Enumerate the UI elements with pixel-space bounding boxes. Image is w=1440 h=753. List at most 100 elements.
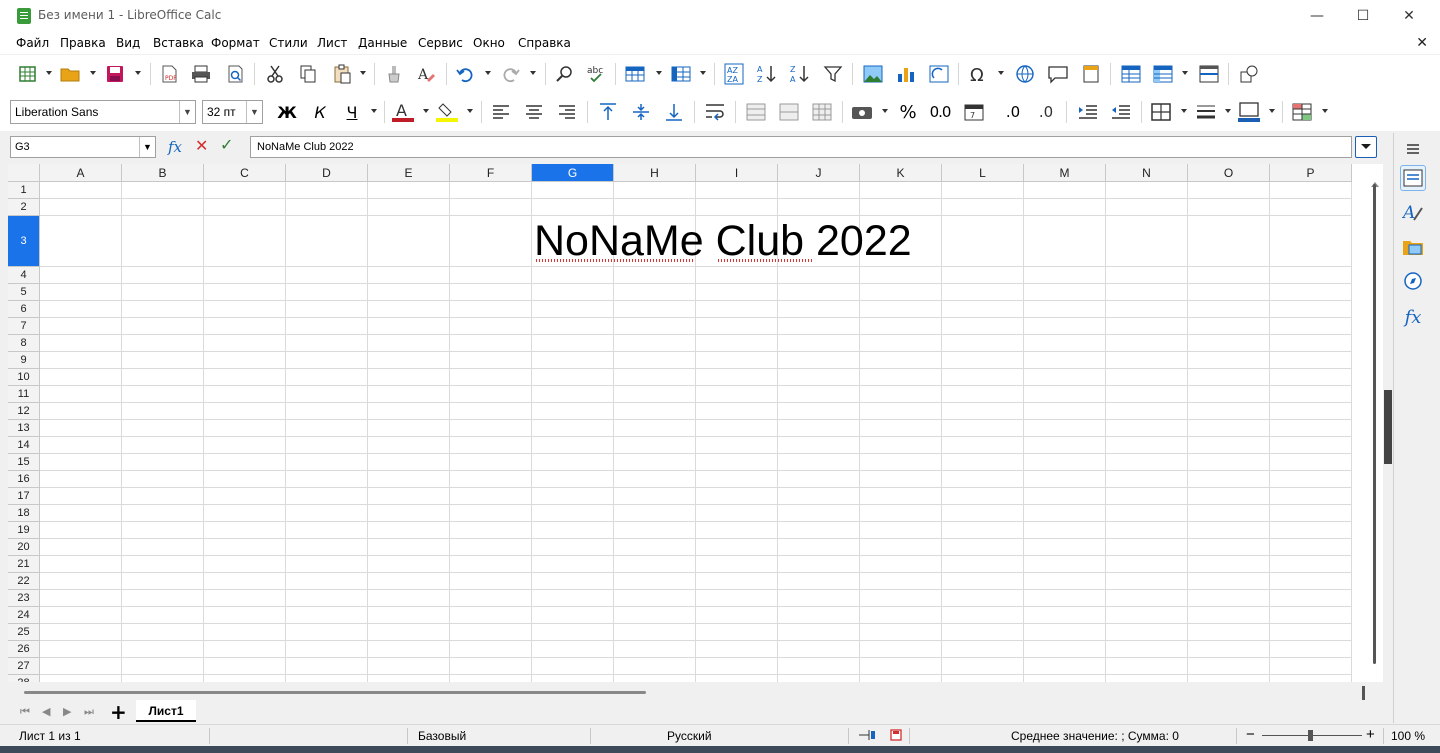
menu-edit[interactable]: Правка	[60, 36, 106, 50]
save-dropdown-icon[interactable]	[135, 71, 141, 75]
menu-tools[interactable]: Сервис	[418, 36, 463, 50]
delete-decimal-button[interactable]: .0	[1034, 101, 1058, 123]
add-decimal-button[interactable]: .0	[1001, 101, 1025, 123]
save-icon[interactable]	[103, 63, 127, 85]
border-style-dropdown-icon[interactable]	[1225, 109, 1231, 113]
formula-input[interactable]: NoNaMe Club 2022	[250, 136, 1352, 158]
sort-icon[interactable]: AZ ZA	[722, 63, 746, 85]
menu-data[interactable]: Данные	[358, 36, 407, 50]
navigator-icon[interactable]	[1400, 268, 1426, 294]
column-header-i[interactable]: I	[696, 164, 778, 182]
menu-styles[interactable]: Стили	[269, 36, 308, 50]
row-header-18[interactable]: 18	[8, 505, 40, 522]
menu-help[interactable]: Справка	[518, 36, 571, 50]
column-header-d[interactable]: D	[286, 164, 368, 182]
column-header-h[interactable]: H	[614, 164, 696, 182]
row-icon[interactable]	[623, 63, 647, 85]
column-header-g[interactable]: G	[532, 164, 614, 182]
highlight-dropdown-icon[interactable]	[467, 109, 473, 113]
gallery-icon[interactable]	[1400, 234, 1426, 260]
column-header-a[interactable]: A	[40, 164, 122, 182]
row-header-26[interactable]: 26	[8, 641, 40, 658]
freeze-dropdown-icon[interactable]	[1182, 71, 1188, 75]
wrap-text-icon[interactable]	[703, 101, 727, 123]
headers-footers-icon[interactable]	[1079, 63, 1103, 85]
row-header-16[interactable]: 16	[8, 471, 40, 488]
page-style[interactable]: Базовый	[418, 729, 466, 743]
last-sheet-icon[interactable]: ⏭	[84, 705, 94, 719]
column-header-p[interactable]: P	[1270, 164, 1352, 182]
find-replace-icon[interactable]	[553, 63, 577, 85]
new-dropdown-icon[interactable]	[46, 71, 52, 75]
pivot-table-icon[interactable]	[927, 63, 951, 85]
underline-button[interactable]: Ч	[340, 101, 364, 123]
print-icon[interactable]	[189, 63, 213, 85]
menu-format[interactable]: Формат	[211, 36, 260, 50]
sidebar-menu-icon[interactable]	[1400, 136, 1426, 162]
column-header-e[interactable]: E	[368, 164, 450, 182]
show-draw-functions-icon[interactable]	[1237, 63, 1261, 85]
column-header-b[interactable]: B	[122, 164, 204, 182]
split-handle[interactable]	[1362, 686, 1365, 700]
menu-view[interactable]: Вид	[116, 36, 140, 50]
column-dropdown-icon[interactable]	[700, 71, 706, 75]
conditional-format-dropdown-icon[interactable]	[1322, 109, 1328, 113]
font-size-combobox[interactable]: 32 пт ▼	[202, 100, 263, 124]
column-icon[interactable]	[669, 63, 693, 85]
sheet-tab-1[interactable]: Лист1	[136, 700, 196, 722]
insert-chart-icon[interactable]	[894, 63, 918, 85]
minimize-button[interactable]: —	[1294, 0, 1340, 32]
row-header-20[interactable]: 20	[8, 539, 40, 556]
column-header-f[interactable]: F	[450, 164, 532, 182]
accept-icon[interactable]: ✓	[220, 135, 233, 154]
freeze-rows-columns-icon[interactable]	[1151, 63, 1175, 85]
merge-cells-icon[interactable]	[777, 101, 801, 123]
redo-icon[interactable]	[499, 63, 523, 85]
cut-icon[interactable]	[263, 63, 287, 85]
italic-button[interactable]: К	[308, 101, 332, 123]
language[interactable]: Русский	[667, 729, 712, 743]
column-header-n[interactable]: N	[1106, 164, 1188, 182]
merge-center-icon[interactable]	[744, 101, 768, 123]
font-color-dropdown-icon[interactable]	[423, 109, 429, 113]
row-header-15[interactable]: 15	[8, 454, 40, 471]
spelling-icon[interactable]: abc	[585, 63, 609, 85]
borders-icon[interactable]	[1149, 101, 1173, 123]
menu-insert[interactable]: Вставка	[153, 36, 204, 50]
column-header-c[interactable]: C	[204, 164, 286, 182]
zoom-slider-thumb[interactable]	[1308, 730, 1313, 741]
align-center-icon[interactable]	[522, 101, 546, 123]
row-header-19[interactable]: 19	[8, 522, 40, 539]
close-window-button[interactable]: ✕	[1386, 0, 1432, 32]
column-header-o[interactable]: O	[1188, 164, 1270, 182]
select-all-corner[interactable]	[8, 164, 40, 182]
menu-file[interactable]: Файл	[16, 36, 49, 50]
align-right-icon[interactable]	[555, 101, 579, 123]
name-box[interactable]: G3 ▼	[10, 136, 156, 158]
row-header-4[interactable]: 4	[8, 267, 40, 284]
decrease-indent-icon[interactable]	[1109, 101, 1133, 123]
export-pdf-icon[interactable]: PDF	[157, 63, 181, 85]
new-document-icon[interactable]	[16, 63, 40, 85]
align-top-icon[interactable]	[596, 101, 620, 123]
row-header-27[interactable]: 27	[8, 658, 40, 675]
column-header-k[interactable]: K	[860, 164, 942, 182]
number-format-button[interactable]: 0.0	[928, 101, 952, 123]
column-header-l[interactable]: L	[942, 164, 1024, 182]
currency-format-icon[interactable]	[850, 101, 874, 123]
clear-formatting-icon[interactable]: A	[414, 63, 438, 85]
highlight-color-icon[interactable]	[435, 101, 459, 123]
close-document-button[interactable]: ✕	[1416, 35, 1428, 51]
increase-indent-icon[interactable]	[1076, 101, 1100, 123]
function-wizard-icon[interactable]: fx	[168, 138, 182, 156]
row-header-23[interactable]: 23	[8, 590, 40, 607]
row-header-7[interactable]: 7	[8, 318, 40, 335]
zoom-in-button[interactable]: +	[1366, 726, 1375, 743]
insert-image-icon[interactable]	[861, 63, 885, 85]
row-header-1[interactable]: 1	[8, 182, 40, 199]
border-color-dropdown-icon[interactable]	[1269, 109, 1275, 113]
hyperlink-icon[interactable]	[1013, 63, 1037, 85]
border-color-icon[interactable]	[1237, 101, 1261, 123]
functions-icon[interactable]: fx	[1400, 304, 1426, 330]
zoom-level[interactable]: 100 %	[1391, 729, 1425, 743]
